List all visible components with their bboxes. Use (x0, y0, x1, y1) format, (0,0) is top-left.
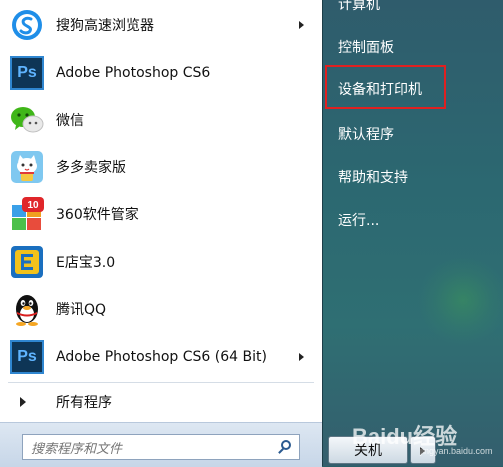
program-label: 腾讯QQ (56, 302, 107, 318)
all-programs-button[interactable]: 所有程序 (8, 387, 314, 417)
baidu-watermark-url: jingyan.baidu.com (420, 446, 493, 456)
program-item-sogou-browser[interactable]: 搜狗高速浏览器 (8, 2, 314, 48)
photoshop-icon: Ps (10, 56, 44, 90)
right-item-default-programs[interactable]: 默认程序 (338, 124, 394, 144)
program-label: Adobe Photoshop CS6 (64 Bit) (56, 349, 267, 365)
edianbao-icon (10, 245, 44, 279)
program-item-photoshop-cs6[interactable]: Ps Adobe Photoshop CS6 (8, 50, 314, 96)
right-item-computer[interactable]: 计算机 (338, 0, 380, 14)
expand-arrow-icon (20, 397, 26, 407)
program-label: Adobe Photoshop CS6 (56, 65, 211, 81)
right-item-help-and-support[interactable]: 帮助和支持 (338, 167, 408, 187)
program-item-edianbao[interactable]: E店宝3.0 (8, 239, 314, 285)
qq-penguin-icon (10, 292, 44, 326)
program-label: 微信 (56, 113, 84, 129)
search-input[interactable] (29, 438, 269, 458)
program-label: 多多卖家版 (56, 160, 126, 176)
search-box[interactable] (22, 434, 300, 460)
submenu-arrow-icon (299, 353, 304, 361)
program-item-360-software-manager[interactable]: 10 360软件管家 (8, 191, 314, 237)
program-item-wechat[interactable]: 微信 (8, 97, 314, 143)
program-item-photoshop-cs6-64bit[interactable]: Ps Adobe Photoshop CS6 (64 Bit) (8, 334, 314, 380)
program-label: 搜狗高速浏览器 (56, 18, 154, 34)
sogou-browser-icon (10, 8, 44, 42)
lucky-cat-icon (10, 150, 44, 184)
photoshop-icon: Ps (10, 340, 44, 374)
divider (8, 382, 314, 383)
program-item-duoduo-seller[interactable]: 多多卖家版 (8, 144, 314, 190)
360-software-manager-icon: 10 (10, 197, 44, 231)
wechat-icon (10, 103, 44, 137)
right-item-control-panel[interactable]: 控制面板 (338, 37, 394, 57)
submenu-arrow-icon (299, 21, 304, 29)
search-icon[interactable] (281, 440, 291, 450)
update-count-badge: 10 (27, 200, 39, 211)
program-label: E店宝3.0 (56, 255, 116, 271)
highlight-box (325, 65, 446, 109)
program-label: 360软件管家 (56, 207, 139, 223)
program-item-tencent-qq[interactable]: 腾讯QQ (8, 286, 314, 332)
right-item-run[interactable]: 运行... (338, 210, 379, 230)
all-programs-label: 所有程序 (56, 395, 112, 411)
